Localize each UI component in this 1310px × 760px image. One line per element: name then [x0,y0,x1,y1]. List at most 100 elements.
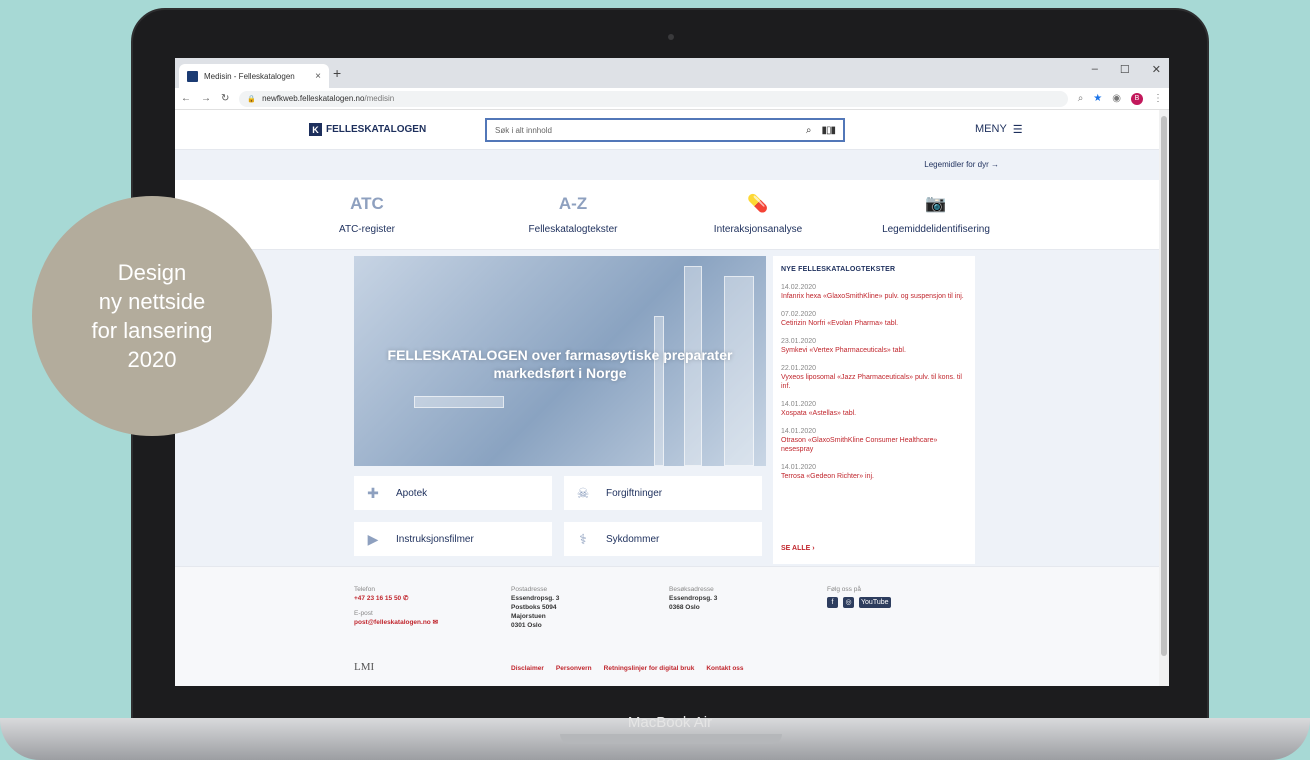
site-header: K FELLESKATALOGEN Søk i alt innhold ⌕ ▮▯… [175,110,1159,150]
search-icon[interactable]: ⌕ [806,125,812,136]
close-window-icon[interactable]: ✕ [1152,63,1161,76]
browser-tab[interactable]: Medisin - Felleskatalogen × [179,64,329,88]
news-title[interactable]: Terrosa «Gedeon Richter» inj. [781,472,967,481]
vet-link-label: Legemidler for dyr [924,160,989,169]
quicknav-identification[interactable]: 📷 Legemiddelidentifisering [861,194,1011,235]
quick-nav: ATC ATC-register A-Z Felleskatalogtekste… [175,180,1159,250]
pharmacy-icon: ✚ [367,484,379,501]
footer-link-privacy[interactable]: Personvern [556,665,592,672]
url-path: /medisin [364,94,395,103]
barcode-icon[interactable]: ▮▯▮ [821,125,835,136]
news-title[interactable]: Cetirizin Norfri «Evolan Pharma» tabl. [781,319,967,328]
facebook-icon[interactable]: f [827,597,838,608]
tab-close-icon[interactable]: × [315,71,321,82]
news-title[interactable]: Infanrix hexa «GlaxoSmithKline» pulv. og… [781,292,967,301]
follow-label: Følg oss på [827,586,861,593]
search-placeholder: Søk i alt innhold [495,125,552,135]
hero-line-1: FELLESKATALOGEN over farmasøytiske prepa… [387,347,733,363]
quicknav-label: ATC-register [339,224,395,235]
site-logo[interactable]: K FELLESKATALOGEN [309,123,426,136]
news-title[interactable]: Otrason «GlaxoSmithKline Consumer Health… [781,436,967,454]
az-icon: A-Z [558,194,588,213]
lmi-logo[interactable]: LMI [354,661,374,673]
minimize-icon[interactable]: – [1092,63,1098,76]
search-input[interactable]: Søk i alt innhold ⌕ ▮▯▮ [485,118,845,142]
phone-link[interactable]: +47 23 16 15 50 ✆ [354,594,438,603]
phone-label: Telefon [354,586,375,593]
scrollbar-thumb[interactable] [1161,116,1167,656]
news-item[interactable]: 23.01.2020 Symkevi «Vertex Pharmaceutica… [781,337,967,355]
card-diseases[interactable]: ⚕ Sykdommer [564,522,762,556]
card-pharmacy[interactable]: ✚ Apotek [354,476,552,510]
news-date: 23.01.2020 [781,338,817,345]
hero-banner[interactable]: FELLESKATALOGEN over farmasøytiske prepa… [354,256,766,466]
email-link[interactable]: post@felleskatalogen.no ✉ [354,618,438,627]
mail-icon: ✉ [432,619,439,626]
email-label: E-post [354,610,373,617]
logo-text: FELLESKATALOGEN [326,124,427,135]
footer-link-contact[interactable]: Kontakt oss [706,665,743,672]
sub-bar: Legemidler for dyr → [175,150,1159,180]
vet-medicine-link[interactable]: Legemidler for dyr → [924,160,999,169]
card-label: Forgiftninger [606,487,663,499]
phone-number: +47 23 16 15 50 [354,595,402,602]
news-item[interactable]: 22.01.2020 Vyxeos liposomal «Jazz Pharma… [781,364,967,391]
card-poisoning[interactable]: ☠ Forgiftninger [564,476,762,510]
news-item[interactable]: 14.01.2020 Otrason «GlaxoSmithKline Cons… [781,427,967,454]
news-title[interactable]: Vyxeos liposomal «Jazz Pharmaceuticals» … [781,373,967,391]
news-item[interactable]: 07.02.2020 Cetirizin Norfri «Evolan Phar… [781,310,967,328]
news-date: 14.01.2020 [781,428,817,435]
news-heading: NYE FELLESKATALOGTEKSTER [781,266,896,273]
browser-tab-bar: Medisin - Felleskatalogen × + – ☐ ✕ [175,58,1169,88]
back-icon[interactable]: ← [181,93,191,104]
profile-avatar[interactable]: B [1131,92,1143,105]
laptop-base-notch [560,734,782,744]
footer-visit: Besøksadresse Essendropsg. 3 0368 Oslo [669,585,717,612]
forward-icon[interactable]: → [201,93,211,104]
maximize-icon[interactable]: ☐ [1120,63,1130,76]
zoom-icon[interactable]: ⌕ [1078,93,1084,104]
footer-link-disclaimer[interactable]: Disclaimer [511,665,544,672]
skull-icon: ☠ [576,484,590,501]
address-bar: ← → ↻ 🔒 newfkweb.felleskatalogen.no/medi… [175,88,1169,110]
quicknav-atc[interactable]: ATC ATC-register [292,194,442,235]
scrollbar[interactable] [1159,110,1169,686]
phone-icon: ✆ [402,595,409,602]
card-label: Instruksjonsfilmer [396,533,474,545]
news-item[interactable]: 14.01.2020 Terrosa «Gedeon Richter» inj. [781,463,967,481]
visit-line: 0368 Oslo [669,604,700,611]
visit-line: Essendropsg. 3 [669,595,718,602]
reload-icon[interactable]: ↻ [221,93,229,104]
chevron-right-icon: › [812,545,815,552]
menu-button[interactable]: MENY ☰ [975,123,1023,136]
quicknav-az[interactable]: A-Z Felleskatalogtekster [498,194,648,235]
extension-icon[interactable]: ◉ [1112,93,1121,104]
device-label: MacBook Air [627,714,713,731]
menu-label: MENY [975,123,1007,135]
site-footer: Telefon +47 23 16 15 50 ✆ E-post post@fe… [175,566,1159,686]
url-field[interactable]: 🔒 newfkweb.felleskatalogen.no/medisin [239,90,1068,107]
bookmark-star-icon[interactable]: ★ [1093,93,1102,104]
news-item[interactable]: 14.01.2020 Xospata «Astellas» tabl. [781,400,967,418]
news-date: 22.01.2020 [781,365,817,372]
tab-title: Medisin - Felleskatalogen [204,71,295,81]
email-address: post@felleskatalogen.no [354,619,431,626]
new-tab-button[interactable]: + [333,65,341,81]
news-date: 14.01.2020 [781,464,817,471]
instagram-icon[interactable]: ◎ [843,597,854,608]
favicon-icon [187,70,198,82]
news-title[interactable]: Symkevi «Vertex Pharmaceuticals» tabl. [781,346,967,355]
screen: Medisin - Felleskatalogen × + – ☐ ✕ ← → … [175,58,1169,686]
kebab-menu-icon[interactable]: ⋮ [1153,93,1163,104]
youtube-icon[interactable]: YouTube [859,597,891,608]
postal-line: 0301 Oslo [511,622,542,629]
footer-postal: Postadresse Essendropsg. 3 Postboks 5094… [511,585,559,630]
news-item[interactable]: 14.02.2020 Infanrix hexa «GlaxoSmithKlin… [781,283,967,301]
footer-link-guidelines[interactable]: Retningslinjer for digital bruk [604,665,695,672]
pills-icon: 💊 [747,194,769,213]
card-videos[interactable]: ▶ Instruksjonsfilmer [354,522,552,556]
play-icon: ▶ [367,530,379,547]
news-title[interactable]: Xospata «Astellas» tabl. [781,409,967,418]
see-all-link[interactable]: SE ALLE › [781,545,815,552]
quicknav-interaction[interactable]: 💊 Interaksjonsanalyse [683,194,833,235]
